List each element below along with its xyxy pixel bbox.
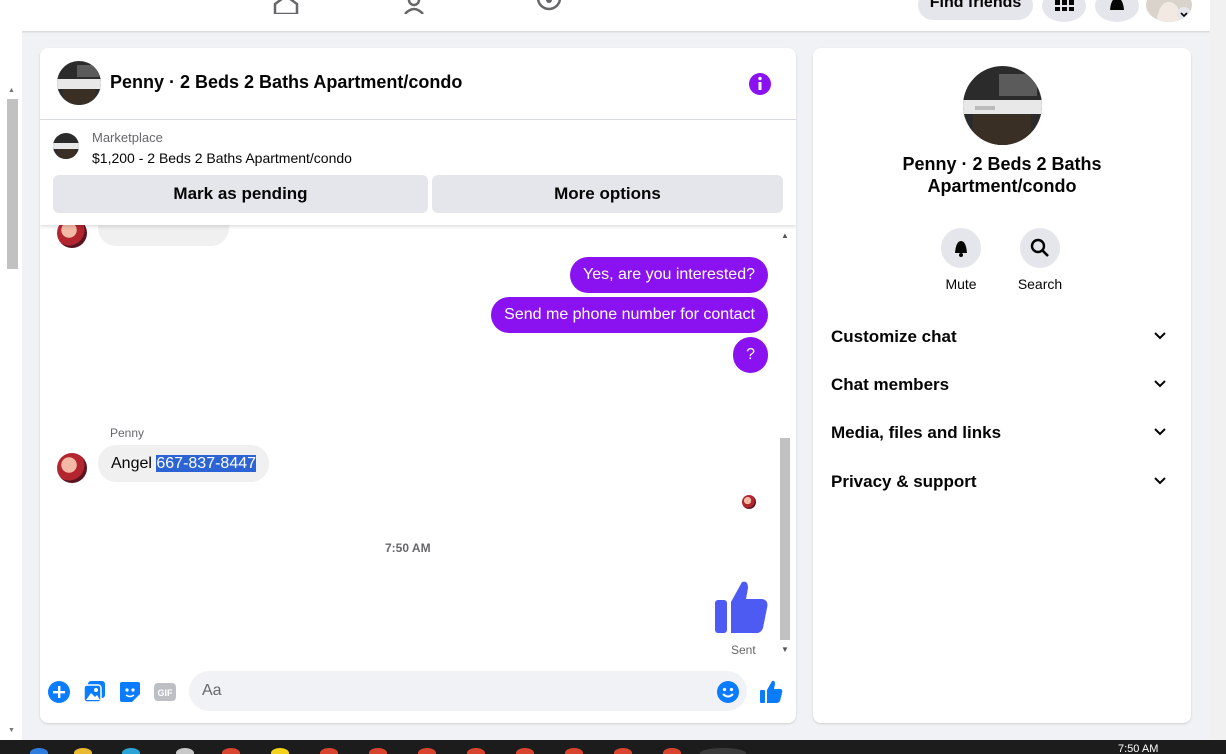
composer: GIF: [40, 658, 796, 723]
message-scrollbar[interactable]: ▲ ▼: [779, 231, 791, 656]
window-scrollbar[interactable]: [1210, 0, 1226, 740]
friends-icon[interactable]: [403, 0, 431, 14]
media-files-links-section[interactable]: Media, files and links: [831, 417, 1175, 447]
more-options-button[interactable]: More options: [432, 175, 783, 213]
avatar[interactable]: [57, 453, 87, 483]
photo-icon[interactable]: [83, 680, 107, 704]
taskbar-app-icon[interactable]: [663, 748, 681, 754]
bell-icon: [955, 241, 967, 257]
taskbar-app-icon[interactable]: [122, 748, 140, 754]
chat-title[interactable]: Penny · 2 Beds 2 Baths Apartment/condo: [110, 72, 462, 93]
chat-members-section[interactable]: Chat members: [831, 369, 1175, 399]
taskbar-clock: 7:50 AM: [1118, 743, 1159, 754]
svg-text:GIF: GIF: [158, 688, 174, 698]
taskbar-app-icon[interactable]: [418, 748, 436, 754]
section-label: Chat members: [831, 375, 950, 394]
groups-icon[interactable]: [535, 0, 563, 14]
message-list: Yes, are you interested? Send me phone n…: [40, 209, 796, 658]
message-input[interactable]: [189, 671, 747, 711]
page-scrollbar[interactable]: ▲ ▼: [0, 31, 22, 740]
conversation-name: Penny · 2 Beds 2 Baths Apartment/condo: [902, 154, 1102, 196]
message-timestamp: 7:50 AM: [385, 541, 431, 555]
thumbs-up-icon[interactable]: [714, 580, 769, 635]
message-text: Angel: [111, 455, 157, 472]
search-icon: [1030, 238, 1049, 257]
gif-icon[interactable]: GIF: [153, 680, 177, 704]
listing-price[interactable]: $1,200 - 2 Beds 2 Baths Apartment/condo: [92, 150, 352, 166]
selected-phone-number[interactable]: 667-837-8447: [156, 455, 257, 472]
listing-avatar[interactable]: [57, 61, 101, 105]
emoji-icon[interactable]: [716, 680, 740, 704]
listing-thumbnail[interactable]: [53, 133, 79, 159]
sender-name: Penny: [110, 426, 145, 440]
mute-button[interactable]: [941, 228, 981, 268]
chevron-down-icon: [1154, 477, 1166, 485]
message-bubble-outgoing[interactable]: Send me phone number for contact: [491, 297, 768, 333]
search-action[interactable]: Search: [1010, 228, 1070, 292]
scroll-up-arrow-icon[interactable]: ▲: [8, 87, 15, 94]
message-bubble-outgoing[interactable]: Yes, are you interested?: [570, 257, 768, 293]
section-label: Privacy & support: [831, 472, 977, 491]
sent-status: Sent: [731, 643, 756, 657]
bell-icon: [1110, 0, 1124, 10]
search-button[interactable]: [1020, 228, 1060, 268]
privacy-support-section[interactable]: Privacy & support: [831, 466, 1175, 496]
taskbar-app-icon[interactable]: [30, 748, 48, 754]
conversation-info-panel: Penny · 2 Beds 2 Baths Apartment/condo M…: [813, 48, 1191, 723]
grid-icon: [1055, 0, 1074, 11]
chevron-down-icon: [1154, 380, 1166, 388]
sticker-icon[interactable]: [118, 680, 142, 704]
mute-action[interactable]: Mute: [931, 228, 991, 292]
taskbar-app-icon[interactable]: [700, 748, 746, 754]
scroll-up-arrow-icon[interactable]: ▲: [781, 231, 789, 240]
top-nav: Find friends: [0, 0, 1210, 31]
scroll-down-arrow-icon[interactable]: ▼: [781, 645, 789, 654]
like-icon[interactable]: [759, 680, 783, 704]
taskbar-app-icon[interactable]: [516, 748, 534, 754]
taskbar-app-icon[interactable]: [74, 748, 92, 754]
mark-as-pending-button[interactable]: Mark as pending: [53, 175, 428, 213]
chat-header: Penny · 2 Beds 2 Baths Apartment/condo: [40, 48, 796, 120]
home-icon[interactable]: [272, 0, 300, 14]
taskbar-app-icon[interactable]: [369, 748, 387, 754]
taskbar-app-icon[interactable]: [176, 748, 194, 754]
taskbar-app-icon[interactable]: [222, 748, 240, 754]
scroll-thumb[interactable]: [7, 99, 18, 269]
chevron-down-icon: [1154, 332, 1166, 340]
chevron-down-icon: [1154, 428, 1166, 436]
message-bubble-incoming[interactable]: Angel 667-837-8447: [98, 445, 270, 482]
menu-button[interactable]: [1042, 0, 1086, 22]
listing-avatar-large[interactable]: [963, 66, 1042, 145]
customize-chat-section[interactable]: Customize chat: [831, 321, 1175, 351]
taskbar-app-icon[interactable]: [320, 748, 338, 754]
mute-label: Mute: [945, 276, 977, 292]
message-bubble-outgoing[interactable]: ?: [733, 337, 768, 373]
section-label: Media, files and links: [831, 423, 1002, 442]
taskbar-app-icon[interactable]: [467, 748, 485, 754]
read-receipt-avatar: [742, 495, 756, 509]
scroll-thumb[interactable]: [780, 438, 790, 640]
taskbar-app-icon[interactable]: [271, 748, 289, 754]
scroll-down-arrow-icon[interactable]: ▼: [8, 727, 15, 734]
search-label: Search: [1017, 276, 1063, 292]
find-friends-button[interactable]: Find friends: [918, 0, 1033, 20]
taskbar-app-icon[interactable]: [565, 748, 583, 754]
marketplace-label: Marketplace: [92, 130, 163, 145]
account-avatar[interactable]: [1146, 0, 1192, 22]
section-label: Customize chat: [831, 327, 957, 346]
chat-panel: Penny · 2 Beds 2 Baths Apartment/condo M…: [40, 48, 796, 723]
plus-icon[interactable]: [47, 680, 71, 704]
info-icon[interactable]: [748, 72, 772, 96]
taskbar-app-icon[interactable]: [614, 748, 632, 754]
notifications-button[interactable]: [1095, 0, 1139, 22]
os-taskbar: 7:50 AM: [0, 740, 1226, 754]
marketplace-banner: Marketplace $1,200 - 2 Beds 2 Baths Apar…: [40, 120, 796, 225]
